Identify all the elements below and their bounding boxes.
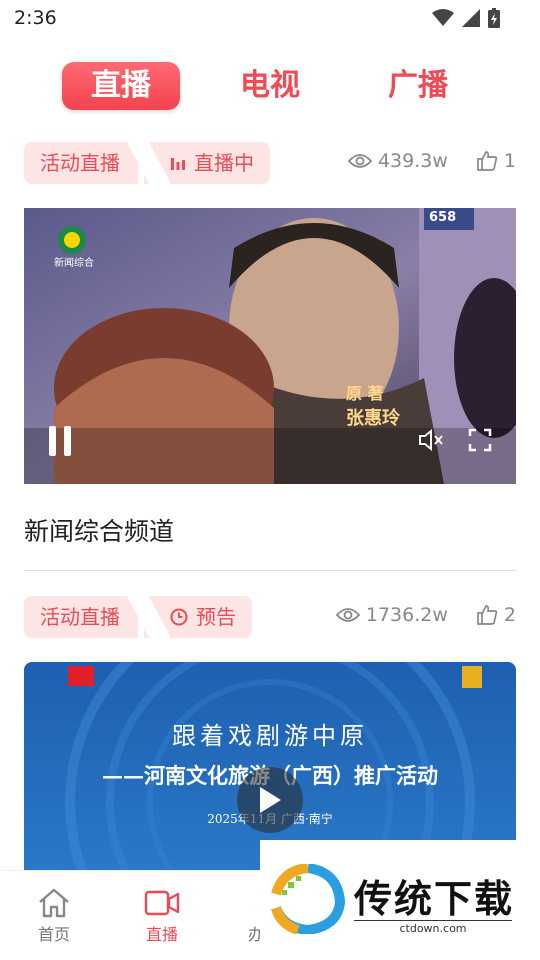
cover-line1: 跟着戏剧游中原 [172,722,368,750]
card-stats: 439.3w 1 [347,150,516,172]
door-number: 658 [429,210,457,225]
wifi-icon [432,9,454,26]
nav-live-label: 直播 [145,925,178,944]
eye-icon [347,154,372,168]
fullscreen-button[interactable] [468,428,492,456]
caption-line1: 原 著 [346,384,384,403]
card-title[interactable]: 新闻综合频道 [24,512,174,548]
view-count: 1736.2w [365,604,448,626]
nav-home[interactable]: 首页 [14,885,94,945]
status-label: 直播中 [194,151,254,175]
video-player[interactable]: 新闻综合 658 原 著 张惠玲 [24,208,516,484]
type-badge: 活动直播 [24,596,138,638]
thumbs-up-icon[interactable] [476,150,498,172]
clock-icon [170,608,188,626]
nav-home-label: 首页 [37,925,70,944]
volume-mute-icon [419,428,443,452]
view-count: 439.3w [377,150,448,172]
pause-icon [49,426,71,456]
status-label: 预告 [196,605,236,629]
like-count: 1 [503,150,516,172]
preview-card[interactable]: 活动直播 预告 1736.2w 2 跟着戏剧游中原 ——河南文化旅游（广西）推广… [24,596,516,876]
battery-icon [488,8,500,28]
video-camera-icon [144,890,180,916]
tab-tv[interactable]: 电视 [210,62,330,110]
status-badge: 预告 [144,596,252,638]
watermark-url: ctdown.com [354,920,512,935]
channel-logo-text: 新闻综合 [54,258,94,269]
card-stats: 1736.2w 2 [335,604,516,626]
caption-line2: 张惠玲 [346,408,400,429]
home-icon [39,888,69,918]
watermark-brand: 传统下载 [354,877,515,921]
status-bar: 2:36 [0,0,540,36]
pause-button[interactable] [48,426,72,456]
like-count: 2 [503,604,516,626]
watermark-logo-icon [271,864,346,934]
signal-icon [462,9,480,27]
card-badges: 活动直播 直播中 [24,142,270,184]
live-card[interactable]: 活动直播 直播中 439.3w 1 新闻综合 658 原 著 张惠玲 新闻综合频… [24,142,516,572]
thumbs-up-icon[interactable] [476,604,498,626]
fullscreen-icon [468,428,492,452]
watermark: 传统下载 ctdown.com [260,840,540,940]
card-badges: 活动直播 预告 [24,596,252,638]
mute-button[interactable] [418,428,444,456]
bars-icon [171,158,185,170]
status-badge: 直播中 [144,142,270,184]
top-tabs: 直播 电视 广播 [0,62,540,110]
tab-live[interactable]: 直播 [62,62,180,110]
divider [24,570,516,571]
type-badge: 活动直播 [24,142,138,184]
play-icon [260,787,281,813]
tab-radio[interactable]: 广播 [358,62,478,110]
play-button[interactable] [237,767,303,833]
status-time: 2:36 [14,7,57,29]
eye-icon [335,608,360,622]
nav-live[interactable]: 直播 [122,885,202,945]
